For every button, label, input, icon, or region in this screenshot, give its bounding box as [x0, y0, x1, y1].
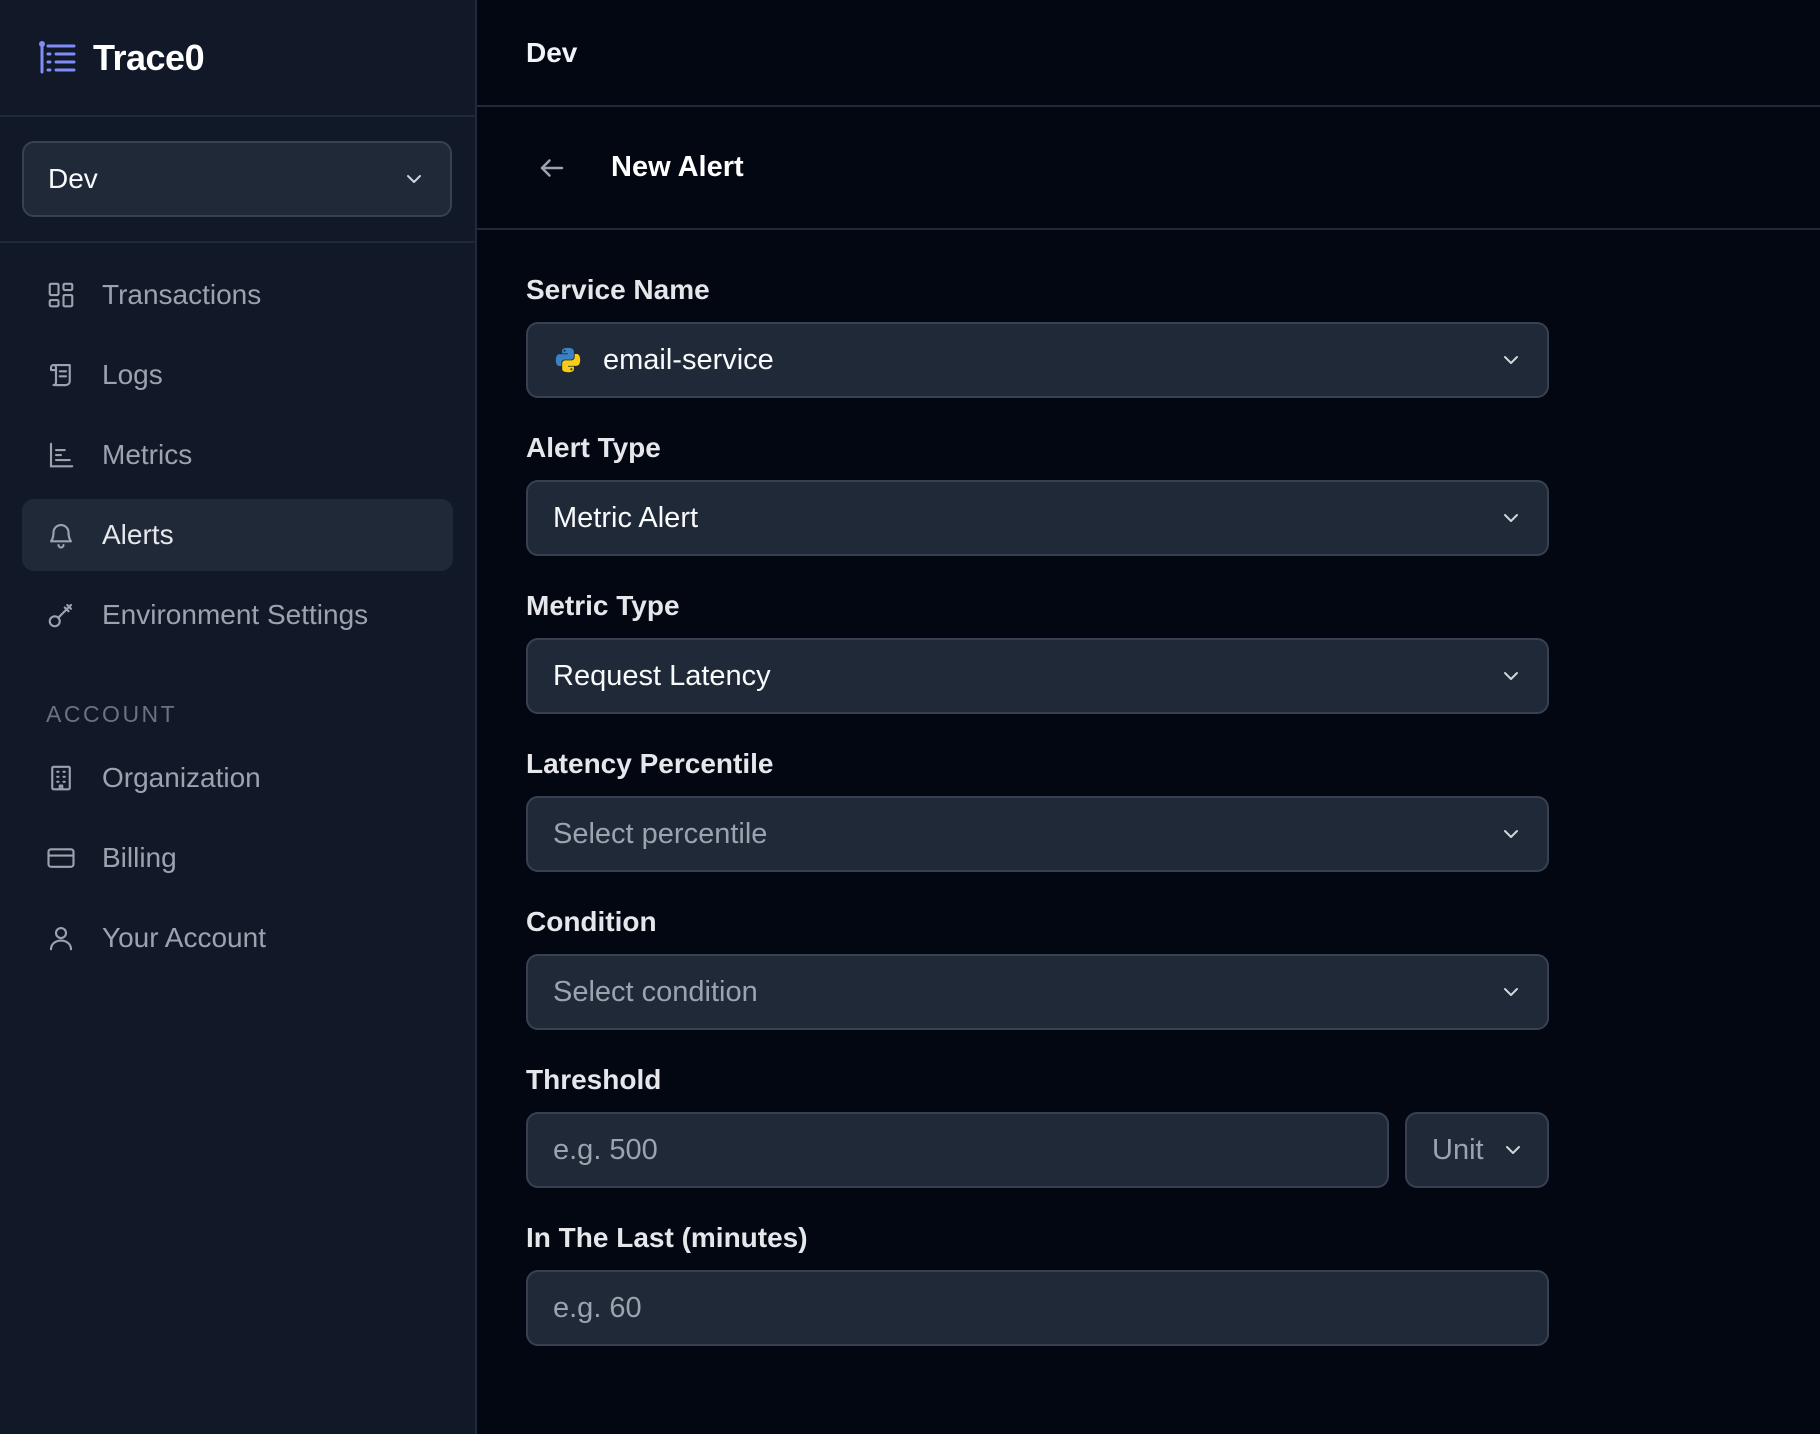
threshold-label: Threshold	[526, 1064, 662, 1095]
alert-type-value: Metric Alert	[553, 501, 699, 534]
main-content: Dev New Alert Service Name email-service	[477, 0, 1820, 1434]
key-icon	[48, 603, 73, 628]
service-name-label: Service Name	[526, 274, 710, 305]
python-icon	[555, 347, 581, 373]
building-icon	[51, 765, 71, 791]
nav-item-label: Logs	[102, 359, 163, 390]
main-nav: Transactions Logs Metrics Alerts Environ…	[0, 243, 475, 651]
nav-item-label: Your Account	[102, 922, 266, 953]
metric-type-select[interactable]: Request Latency	[526, 638, 1549, 714]
topbar-env-name: Dev	[526, 36, 578, 68]
new-alert-form: Service Name email-service Alert Type Me…	[477, 230, 1820, 1346]
nav-item-label: Billing	[102, 842, 177, 873]
metric-type-label: Metric Type	[526, 590, 680, 621]
threshold-unit-select[interactable]: Unit	[1405, 1112, 1549, 1188]
alert-type-label: Alert Type	[526, 432, 661, 463]
window-minutes-input[interactable]	[526, 1270, 1549, 1346]
unit-placeholder: Unit	[1432, 1133, 1484, 1166]
threshold-field: Threshold Unit	[526, 1064, 1820, 1188]
account-nav: Organization Billing Your Account	[0, 742, 475, 974]
condition-field: Condition Select condition	[526, 906, 1820, 1030]
window-field: In The Last (minutes)	[526, 1222, 1820, 1346]
alert-type-field: Alert Type Metric Alert	[526, 432, 1820, 556]
arrow-left-icon[interactable]	[537, 153, 567, 183]
credit-card-icon	[47, 848, 75, 868]
chevron-down-icon	[1504, 830, 1518, 838]
topbar: Dev	[477, 0, 1820, 107]
nav-item-billing[interactable]: Billing	[22, 822, 453, 894]
service-name-value: email-service	[603, 343, 774, 376]
sidebar: Trace0 Dev Transactions Logs Metrics Ale…	[0, 0, 477, 1434]
threshold-input[interactable]	[526, 1112, 1389, 1188]
account-section-label: ACCOUNT	[46, 701, 178, 727]
scroll-icon	[49, 363, 71, 387]
nav-item-metrics[interactable]: Metrics	[22, 419, 453, 491]
logo-icon	[39, 40, 76, 73]
service-name-field: Service Name email-service	[526, 274, 1820, 398]
latency-percentile-select[interactable]: Select percentile	[526, 796, 1549, 872]
env-select-value: Dev	[48, 163, 98, 194]
chevron-down-icon	[1504, 988, 1518, 996]
condition-label: Condition	[526, 906, 657, 937]
alert-type-select[interactable]: Metric Alert	[526, 480, 1549, 556]
nav-item-organization[interactable]: Organization	[22, 742, 453, 814]
bar-chart-icon	[49, 442, 74, 468]
env-select-wrap: Dev	[0, 117, 475, 243]
page-header: New Alert	[477, 107, 1820, 230]
chevron-down-icon	[1504, 672, 1518, 680]
latency-percentile-placeholder: Select percentile	[553, 817, 768, 850]
chevron-down-icon	[1506, 1146, 1520, 1154]
nav-item-environment-settings[interactable]: Environment Settings	[22, 579, 453, 651]
condition-placeholder: Select condition	[553, 975, 758, 1008]
nav-item-logs[interactable]: Logs	[22, 339, 453, 411]
nav-item-label: Metrics	[102, 439, 193, 470]
latency-percentile-field: Latency Percentile Select percentile	[526, 748, 1820, 872]
nav-item-transactions[interactable]: Transactions	[22, 259, 453, 331]
chevron-down-icon	[407, 175, 421, 183]
metric-type-field: Metric Type Request Latency	[526, 590, 1820, 714]
nav-item-your-account[interactable]: Your Account	[22, 902, 453, 974]
brand[interactable]: Trace0	[0, 0, 475, 117]
metric-type-value: Request Latency	[553, 659, 771, 692]
page-title: New Alert	[611, 151, 744, 183]
grid-icon	[48, 282, 74, 308]
nav-item-label: Transactions	[102, 279, 262, 310]
user-icon	[49, 926, 73, 951]
latency-percentile-label: Latency Percentile	[526, 748, 774, 779]
chevron-down-icon	[1504, 514, 1518, 522]
nav-item-label: Environment Settings	[102, 599, 369, 630]
bell-icon	[49, 524, 73, 549]
condition-select[interactable]: Select condition	[526, 954, 1549, 1030]
chevron-down-icon	[1504, 356, 1518, 364]
brand-name: Trace0	[93, 36, 205, 78]
nav-item-alerts[interactable]: Alerts	[22, 499, 453, 571]
service-name-select[interactable]: email-service	[526, 322, 1549, 398]
window-label: In The Last (minutes)	[526, 1222, 808, 1253]
env-select[interactable]: Dev	[22, 141, 452, 217]
nav-item-label: Organization	[102, 762, 261, 793]
nav-item-label: Alerts	[102, 519, 174, 550]
